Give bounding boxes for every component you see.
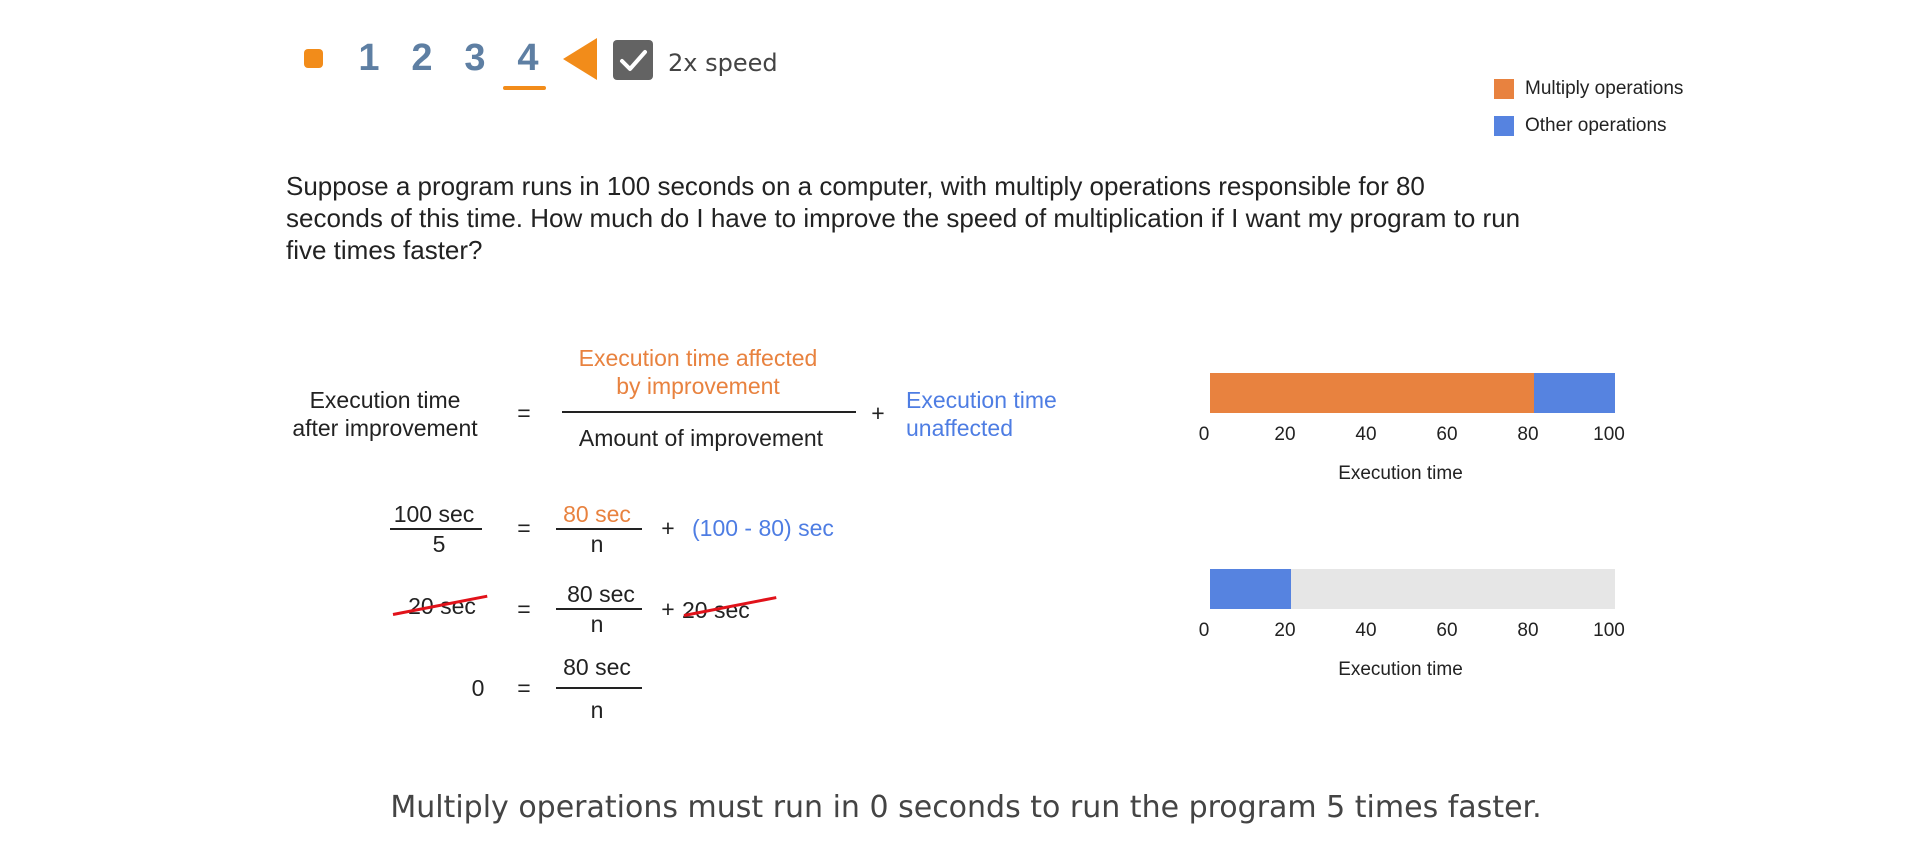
chart-before: 0 20 40 60 80 100 Execution time [1180, 360, 1640, 490]
step1-equals: = [517, 515, 531, 541]
chart-tick-label: 20 [1274, 424, 1295, 445]
chart-tick-label: 80 [1517, 424, 1538, 445]
chart-tick-label: 0 [1199, 424, 1210, 445]
step1-rhs: (100 - 80) sec [692, 515, 834, 541]
conclusion-text: Multiply operations must run in 0 second… [390, 790, 1542, 825]
chart-tick-label: 80 [1517, 620, 1538, 641]
chart-axis-label: Execution time [1338, 463, 1463, 484]
play-back-icon[interactable] [563, 38, 597, 80]
chart-bar-segment-multiply [1210, 373, 1534, 413]
legend-swatch-other [1494, 116, 1514, 136]
formula-num-line1: Execution time affected [578, 345, 818, 371]
formula-plus: + [871, 400, 885, 426]
legend-label-multiply: Multiply operations [1525, 78, 1684, 99]
chart-after: 0 20 40 60 80 100 Execution time [1180, 556, 1640, 686]
step2-equals: = [517, 596, 531, 622]
step3-equals: = [517, 675, 531, 701]
step3-numerator: 80 sec [563, 654, 631, 680]
stop-button[interactable] [304, 49, 323, 68]
step3-denominator: n [590, 697, 604, 723]
step-4-button[interactable]: 4 [508, 32, 548, 84]
chart-tick-label: 40 [1355, 620, 1376, 641]
formula-rhs-line1: Execution time [906, 387, 1057, 413]
speed-label: 2x speed [668, 49, 778, 77]
step-3-button[interactable]: 3 [455, 32, 495, 84]
formula-lhs-line2: after improvement [292, 415, 478, 441]
question-text: Suppose a program runs in 100 seconds on… [286, 171, 1521, 265]
formula-rhs: Execution time unaffected [906, 386, 1106, 442]
formula-num-line2: by improvement [616, 373, 780, 399]
chart-bar-segment-other [1534, 373, 1615, 413]
step-1-button[interactable]: 1 [349, 32, 389, 84]
formula-rhs-line2: unaffected [906, 415, 1014, 441]
chart-tick-label: 100 [1593, 620, 1625, 641]
step2-denominator: n [590, 611, 604, 637]
step1-denominator: n [590, 531, 604, 557]
formula-numerator: Execution time affected by improvement [548, 344, 848, 400]
formula-denominator: Amount of improvement [578, 425, 824, 451]
step1-lhs-denominator: 5 [432, 531, 446, 557]
speed-checkbox[interactable] [613, 40, 653, 80]
step-2-button[interactable]: 2 [402, 32, 442, 84]
step3-fraction-line [556, 687, 642, 689]
checkmark-icon [620, 50, 647, 71]
step3-lhs: 0 [471, 675, 485, 701]
step1-lhs-numerator: 100 sec [393, 501, 475, 527]
step2-numerator: 80 sec [567, 581, 635, 607]
chart-axis-label: Execution time [1338, 659, 1463, 680]
formula-lhs: Execution time after improvement [270, 386, 500, 442]
chart-after-svg: 0 20 40 60 80 100 Execution time [1199, 569, 1625, 680]
active-step-indicator [503, 86, 546, 90]
step1-numerator: 80 sec [563, 501, 631, 527]
chart-tick-label: 60 [1436, 424, 1457, 445]
chart-tick-label: 0 [1199, 620, 1210, 641]
chart-before-svg: 0 20 40 60 80 100 Execution time [1199, 373, 1625, 484]
formula-equals: = [517, 400, 531, 426]
step1-plus: + [661, 515, 675, 541]
formula-fraction-line [562, 411, 856, 413]
step2-plus: + [661, 596, 675, 622]
chart-tick-label: 20 [1274, 620, 1295, 641]
chart-tick-label: 40 [1355, 424, 1376, 445]
chart-tick-label: 60 [1436, 620, 1457, 641]
chart-bar-segment-other [1210, 569, 1291, 609]
formula-lhs-line1: Execution time [309, 387, 461, 413]
legend-swatch-multiply [1494, 79, 1514, 99]
chart-tick-label: 100 [1593, 424, 1625, 445]
legend-label-other: Other operations [1525, 115, 1667, 136]
